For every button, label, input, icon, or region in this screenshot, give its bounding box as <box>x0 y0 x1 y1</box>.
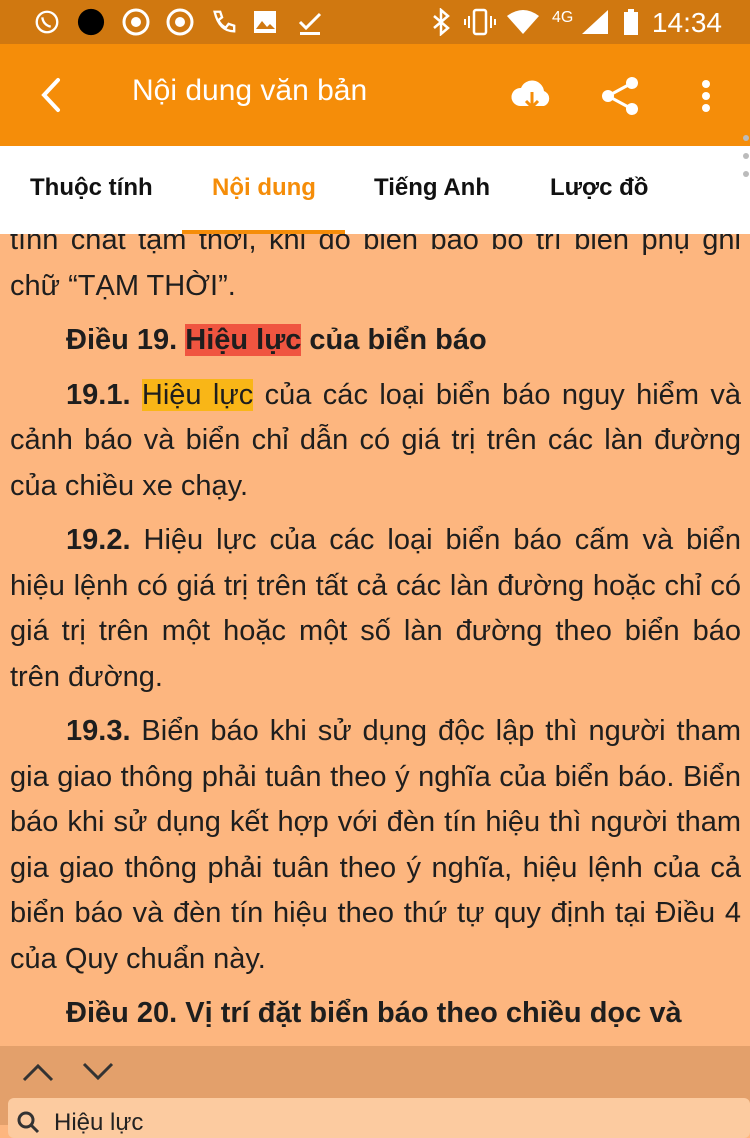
page-title: Nội dung văn bản <box>132 74 368 107</box>
battery-icon <box>624 9 638 35</box>
image-icon <box>254 11 276 33</box>
clock: 14:34 <box>651 7 722 38</box>
tab-luoc-do[interactable]: Lược đồ <box>550 174 648 202</box>
document-content: tính chất tạm thời, khi đó biển báo bố t… <box>0 234 750 1046</box>
chevron-down-icon[interactable] <box>80 1060 116 1084</box>
search-icon <box>17 1111 40 1134</box>
signal-icon <box>582 10 608 34</box>
bluetooth-icon <box>433 8 450 36</box>
viber-icon <box>35 10 59 34</box>
search-query: Hiệu lực <box>54 1109 144 1136</box>
article-19-heading: Điều 19. Hiệu lực của biển báo <box>66 324 487 356</box>
vibrate-icon <box>464 8 496 36</box>
overflow-dots-icon <box>743 135 749 177</box>
clause-19-3: 19.3. Biển báo khi sử dụng độc lập thì n… <box>10 715 741 975</box>
tab-tieng-anh[interactable]: Tiếng Anh <box>374 174 490 202</box>
cloud-download-icon[interactable] <box>508 72 556 120</box>
chrome-icon <box>122 8 150 36</box>
search-match: Hiệu lực <box>141 378 254 411</box>
clause-19-2: 19.2. Hiệu lực của các loại biển báo cấm… <box>10 524 741 693</box>
dot-icon <box>77 8 105 36</box>
search-match-current: Hiệu lực <box>185 324 302 356</box>
download-done-icon <box>298 12 322 35</box>
paragraph-continued: tính chất tạm thời, khi đó biển báo bố t… <box>10 234 741 302</box>
article-20-heading: Điều 20. Vị trí đặt biển báo theo chiều … <box>66 997 682 1029</box>
network-type: 4G <box>552 9 574 26</box>
chevron-up-icon[interactable] <box>20 1060 56 1084</box>
clause-19-1: 19.1. Hiệu lực của các loại biển báo ngu… <box>10 378 741 502</box>
tab-noi-dung[interactable]: Nội dung <box>212 174 316 202</box>
share-icon[interactable] <box>596 72 644 120</box>
wifi-icon <box>507 10 539 34</box>
chrome-icon <box>166 8 194 36</box>
status-bar: 4G 14:34 <box>0 0 750 44</box>
tab-bar: Thuộc tính Nội dung Tiếng Anh Lược đồ <box>0 135 750 234</box>
more-vert-icon[interactable] <box>682 72 730 120</box>
app-bar: Nội dung văn bản <box>0 44 750 146</box>
tab-thuoc-tinh[interactable]: Thuộc tính <box>30 174 153 202</box>
back-arrow-icon[interactable] <box>30 70 74 120</box>
find-in-page-bar: Hiệu lực <box>0 1046 750 1138</box>
phone-icon <box>213 10 236 33</box>
